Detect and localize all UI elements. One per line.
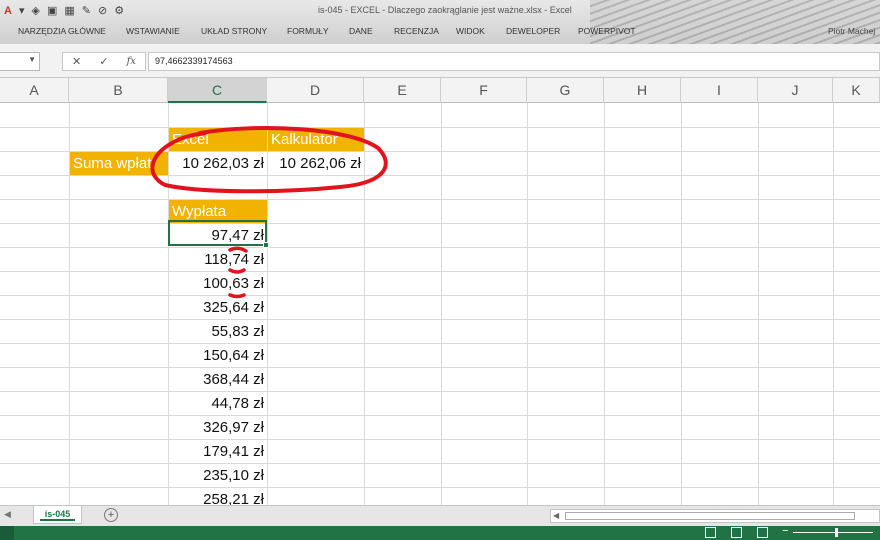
- gridline-vertical: [758, 103, 759, 505]
- calculator-sum-cell[interactable]: 10 262,06 zł: [268, 152, 364, 175]
- gridline-horizontal: [0, 343, 880, 344]
- fill-handle[interactable]: [263, 242, 269, 248]
- payment-cell[interactable]: 325,64 zł: [169, 296, 267, 319]
- gridline-horizontal: [0, 295, 880, 296]
- chevron-down-icon[interactable]: ▼: [28, 55, 36, 64]
- tab-home[interactable]: NARZĘDZIA GŁÓWNE: [18, 26, 106, 36]
- payment-cell[interactable]: 235,10 zł: [169, 464, 267, 487]
- ribbon-background-pattern: [590, 0, 880, 44]
- tab-insert[interactable]: WSTAWIANIE: [126, 26, 180, 36]
- gridline-vertical: [833, 103, 834, 505]
- column-header-k[interactable]: K: [833, 78, 880, 103]
- scrollbar-thumb[interactable]: [565, 512, 855, 520]
- page-break-icon[interactable]: [757, 527, 768, 538]
- dropdown-icon[interactable]: ▾: [19, 3, 25, 19]
- payment-cell[interactable]: 179,41 zł: [169, 440, 267, 463]
- excel-sum-cell[interactable]: 10 262,03 zł: [169, 152, 267, 175]
- title-bar: A ▾ ◈ ▣ ▦ ✎ ⊘ ⚙ is-045 - EXCEL - Dlaczeg…: [0, 0, 880, 44]
- horizontal-scrollbar[interactable]: ◀: [550, 509, 880, 523]
- payment-cell[interactable]: 55,83 zł: [169, 320, 267, 343]
- active-cell-border: [168, 220, 267, 246]
- column-header-b[interactable]: B: [69, 78, 168, 103]
- gridline-horizontal: [0, 319, 880, 320]
- column-header-g[interactable]: G: [527, 78, 604, 103]
- column-header-c[interactable]: C: [168, 78, 267, 103]
- payment-cell[interactable]: 100,63 zł: [169, 272, 267, 295]
- insert-function-icon[interactable]: fx: [127, 56, 136, 67]
- zoom-slider-knob[interactable]: [835, 528, 838, 537]
- gridline-horizontal: [0, 175, 880, 176]
- sheet-tabs-bar: ◀ is-045 + ◀: [0, 505, 880, 526]
- gridline-horizontal: [0, 391, 880, 392]
- add-sheet-icon[interactable]: +: [104, 508, 118, 522]
- sheet-tab-is-045[interactable]: is-045: [33, 506, 82, 524]
- gridline-horizontal: [0, 367, 880, 368]
- tab-view[interactable]: WIDOK: [456, 26, 485, 36]
- customize-icon[interactable]: ⚙: [114, 3, 124, 19]
- payment-cell[interactable]: 258,21 zł: [169, 488, 267, 505]
- formula-input[interactable]: 97,4662339174563: [148, 52, 880, 71]
- zoom-out-icon[interactable]: −: [782, 525, 788, 537]
- brush-icon[interactable]: ✎: [82, 3, 91, 19]
- normal-view-icon[interactable]: [705, 527, 716, 538]
- payment-cell[interactable]: 44,78 zł: [169, 392, 267, 415]
- tab-powerpivot[interactable]: POWERPIVOT: [578, 26, 636, 36]
- gridline-horizontal: [0, 415, 880, 416]
- calculator-header-cell[interactable]: Kalkulator: [268, 128, 364, 151]
- zoom-slider[interactable]: [793, 532, 873, 533]
- name-box[interactable]: ▼: [0, 52, 40, 71]
- gridline-horizontal: [0, 487, 880, 488]
- gridline-horizontal: [0, 223, 880, 224]
- status-ready-indicator: [0, 526, 14, 540]
- tab-data[interactable]: DANE: [349, 26, 373, 36]
- format-icon[interactable]: ▣: [47, 3, 57, 19]
- tab-review[interactable]: RECENZJA: [394, 26, 439, 36]
- formula-bar: ▼ ✕ ✓ fx 97,4662339174563: [0, 44, 880, 78]
- payment-cell[interactable]: 368,44 zł: [169, 368, 267, 391]
- formula-buttons: ✕ ✓ fx: [62, 52, 146, 71]
- clear-format-icon[interactable]: ⊘: [98, 3, 107, 19]
- gridline-vertical: [681, 103, 682, 505]
- payment-cell[interactable]: 326,97 zł: [169, 416, 267, 439]
- window-title: is-045 - EXCEL - Dlaczego zaokrąglanie j…: [318, 5, 572, 15]
- enter-icon[interactable]: ✓: [99, 55, 108, 68]
- tab-developer[interactable]: DEWELOPER: [506, 26, 560, 36]
- fill-color-icon[interactable]: ◈: [31, 3, 39, 19]
- tab-page-layout[interactable]: UKŁAD STRONY: [201, 26, 267, 36]
- font-color-icon[interactable]: A: [4, 3, 12, 19]
- gridline-horizontal: [0, 439, 880, 440]
- column-header-d[interactable]: D: [267, 78, 364, 103]
- tab-formulas[interactable]: FORMUŁY: [287, 26, 329, 36]
- sum-label-cell[interactable]: Suma wpłat: [70, 152, 168, 175]
- excel-header-cell[interactable]: Excel: [169, 128, 267, 151]
- column-header-e[interactable]: E: [364, 78, 441, 103]
- gridline-horizontal: [0, 127, 880, 128]
- table-icon[interactable]: ▦: [64, 3, 74, 19]
- gridline-vertical: [604, 103, 605, 505]
- gridline-horizontal: [0, 463, 880, 464]
- quick-access-toolbar: A ▾ ◈ ▣ ▦ ✎ ⊘ ⚙: [4, 2, 124, 20]
- worksheet-grid[interactable]: Excel Kalkulator Suma wpłat 10 262,03 zł…: [0, 103, 880, 505]
- page-layout-icon[interactable]: [731, 527, 742, 538]
- gridline-horizontal: [0, 199, 880, 200]
- column-header-i[interactable]: I: [681, 78, 758, 103]
- gridline-vertical: [364, 103, 365, 505]
- column-header-a[interactable]: A: [0, 78, 69, 103]
- gridline-vertical: [441, 103, 442, 505]
- column-header-f[interactable]: F: [441, 78, 527, 103]
- gridline-horizontal: [0, 247, 880, 248]
- sheet-nav-left-icon[interactable]: ◀: [4, 509, 11, 520]
- status-bar: −: [0, 525, 880, 540]
- payment-cell[interactable]: 118,74 zł: [169, 248, 267, 271]
- column-header-j[interactable]: J: [758, 78, 833, 103]
- gridline-vertical: [527, 103, 528, 505]
- gridline-horizontal: [0, 271, 880, 272]
- scroll-left-icon[interactable]: ◀: [553, 511, 559, 520]
- column-headers: A B C D E F G H I J K: [0, 78, 880, 103]
- cancel-icon[interactable]: ✕: [72, 55, 81, 68]
- column-header-h[interactable]: H: [604, 78, 681, 103]
- payment-cell[interactable]: 150,64 zł: [169, 344, 267, 367]
- user-name[interactable]: Piotr Machej: [828, 26, 875, 36]
